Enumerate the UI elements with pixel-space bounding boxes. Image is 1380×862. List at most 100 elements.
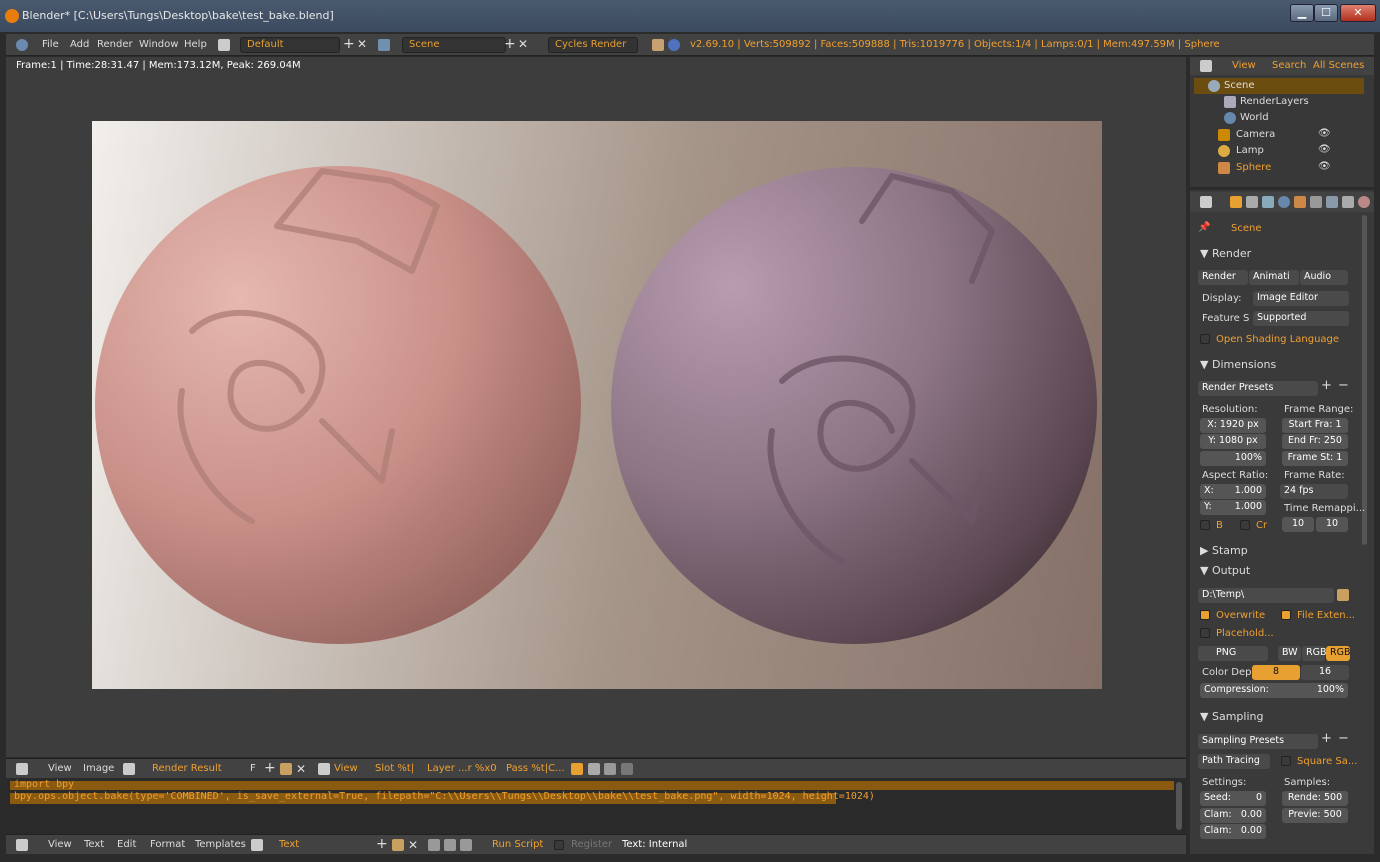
new-image-button[interactable]: + — [264, 760, 276, 776]
pin-icon[interactable]: 📌 — [1198, 222, 1210, 233]
sampling-method-select[interactable]: Path Tracing — [1198, 754, 1270, 769]
add-scene-button[interactable]: + — [504, 36, 516, 52]
unlink-text-button[interactable]: ✕ — [408, 838, 418, 852]
code-line-2[interactable]: bpy.ops.object.bake(type='COMBINED', is_… — [14, 791, 875, 802]
syntax-highlight-icon[interactable] — [460, 839, 472, 851]
render-button[interactable]: Render — [1198, 270, 1248, 285]
color-depth-16-button[interactable]: 16 — [1301, 665, 1349, 680]
text-menu-templates[interactable]: Templates — [195, 839, 246, 850]
outliner-item-scene[interactable]: Scene — [1194, 78, 1364, 94]
aspect-y-field[interactable]: Y: 1.000 — [1200, 500, 1266, 515]
image-menu-image[interactable]: Image — [83, 763, 114, 774]
visibility-eye-icon[interactable]: 👁 — [1318, 144, 1331, 155]
slot-selector[interactable]: Slot %t| — [375, 763, 414, 774]
screen-layout-icon[interactable] — [218, 39, 230, 51]
menu-help[interactable]: Help — [184, 39, 207, 50]
modifiers-tab-icon[interactable] — [1326, 196, 1338, 208]
sampling-panel-header[interactable]: ▼ Sampling — [1200, 710, 1263, 723]
rgba-button[interactable]: RGB — [1326, 646, 1350, 661]
output-path-field[interactable]: D:\Temp\ — [1198, 588, 1334, 603]
menu-add[interactable]: Add — [70, 39, 89, 50]
visibility-eye-icon[interactable]: 👁 — [1318, 128, 1331, 139]
animation-button[interactable]: Animati — [1249, 270, 1299, 285]
world-tab-icon[interactable] — [1278, 196, 1290, 208]
feature-set-select[interactable]: Supported — [1253, 311, 1349, 326]
view-mode-field[interactable]: View — [334, 763, 358, 774]
image-browse-icon[interactable] — [123, 763, 135, 775]
text-editor-type-icon[interactable] — [16, 839, 28, 851]
outliner-item-renderlayers[interactable]: RenderLayers — [1194, 94, 1364, 110]
outliner-filter[interactable]: All Scenes — [1313, 60, 1364, 71]
text-scrollbar[interactable] — [1176, 782, 1182, 830]
material-tab-icon[interactable] — [1358, 196, 1370, 208]
renderlayers-tab-icon[interactable] — [1246, 196, 1258, 208]
output-panel-header[interactable]: ▼ Output — [1200, 564, 1250, 577]
placeholders-checkbox[interactable] — [1200, 628, 1210, 638]
image-menu-view[interactable]: View — [48, 763, 72, 774]
render-samples-field[interactable]: Rende: 500 — [1282, 791, 1348, 806]
osl-checkbox[interactable] — [1200, 334, 1210, 344]
overwrite-checkbox[interactable] — [1200, 610, 1210, 620]
outliner-item-camera[interactable]: Camera 👁 — [1194, 127, 1364, 143]
open-image-icon[interactable] — [280, 763, 292, 775]
aspect-x-field[interactable]: X: 1.000 — [1200, 484, 1266, 499]
code-line-1[interactable]: import bpy — [14, 779, 74, 790]
outliner-view[interactable]: View — [1232, 60, 1256, 71]
view-icon[interactable] — [318, 763, 330, 775]
render-tab-icon[interactable] — [1230, 196, 1242, 208]
draw-channels-icon[interactable] — [571, 763, 583, 775]
text-menu-format[interactable]: Format — [150, 839, 185, 850]
fake-user-button[interactable]: F — [250, 763, 256, 774]
resolution-y-field[interactable]: Y: 1080 px — [1200, 434, 1266, 449]
file-extensions-checkbox[interactable] — [1281, 610, 1291, 620]
clamp-indirect-field[interactable]: Clam: 0.00 — [1200, 824, 1266, 839]
text-menu-text[interactable]: Text — [84, 839, 104, 850]
render-panel-header[interactable]: ▼ Render — [1200, 247, 1251, 260]
outliner-item-lamp[interactable]: Lamp 👁 — [1194, 143, 1364, 159]
remap-old-field[interactable]: 10 — [1282, 517, 1314, 532]
frame-step-field[interactable]: Frame St: 1 — [1282, 451, 1348, 466]
object-tab-icon[interactable] — [1294, 196, 1306, 208]
stamp-panel-header[interactable]: ▶ Stamp — [1200, 544, 1248, 557]
resolution-x-field[interactable]: X: 1920 px — [1200, 418, 1266, 433]
open-text-icon[interactable] — [392, 839, 404, 851]
render-engine-selector[interactable]: Cycles Render — [548, 37, 638, 53]
file-format-select[interactable]: PNG — [1198, 646, 1268, 661]
frame-end-field[interactable]: End Fr: 250 — [1282, 434, 1348, 449]
square-samples-checkbox[interactable] — [1281, 756, 1291, 766]
info-icon[interactable] — [16, 39, 28, 51]
text-menu-edit[interactable]: Edit — [117, 839, 136, 850]
run-script-button[interactable]: Run Script — [492, 839, 543, 850]
folder-icon[interactable] — [1337, 589, 1349, 601]
color-depth-8-button[interactable]: 8 — [1252, 665, 1300, 680]
dimensions-panel-header[interactable]: ▼ Dimensions — [1200, 358, 1276, 371]
render-presets-select[interactable]: Render Presets — [1198, 381, 1318, 396]
outliner-item-world[interactable]: World — [1194, 110, 1364, 126]
remove-layout-button[interactable]: ✕ — [357, 37, 367, 51]
audio-button[interactable]: Audio — [1300, 270, 1348, 285]
add-sampling-preset-button[interactable]: + — [1321, 731, 1332, 746]
maximize-button[interactable]: ☐ — [1314, 4, 1338, 22]
layout-selector[interactable]: Default — [240, 37, 340, 53]
alpha-channel-icon[interactable] — [588, 763, 600, 775]
properties-type-icon[interactable] — [1200, 196, 1212, 208]
rgb-button[interactable]: RGB — [1302, 646, 1326, 661]
properties-scrollbar[interactable] — [1362, 215, 1367, 545]
world-icon[interactable] — [668, 39, 680, 51]
preview-samples-field[interactable]: Previe: 500 — [1282, 808, 1348, 823]
bw-button[interactable]: BW — [1278, 646, 1301, 661]
text-name-field[interactable]: Text — [279, 839, 299, 850]
outliner-search[interactable]: Search — [1272, 60, 1306, 71]
menu-window[interactable]: Window — [139, 39, 178, 50]
scene-tab-icon[interactable] — [1262, 196, 1274, 208]
word-wrap-icon[interactable] — [444, 839, 456, 851]
constraints-tab-icon[interactable] — [1310, 196, 1322, 208]
remove-scene-button[interactable]: ✕ — [518, 37, 528, 51]
minimize-button[interactable]: ▁ — [1290, 4, 1314, 22]
remove-sampling-preset-button[interactable]: − — [1338, 731, 1349, 746]
layer-selector[interactable]: Layer ...r %x0 — [427, 763, 497, 774]
compression-slider[interactable]: Compression: 100% — [1200, 683, 1348, 698]
register-checkbox[interactable] — [554, 840, 564, 850]
display-select[interactable]: Image Editor — [1253, 291, 1349, 306]
text-browse-icon[interactable] — [251, 839, 263, 851]
